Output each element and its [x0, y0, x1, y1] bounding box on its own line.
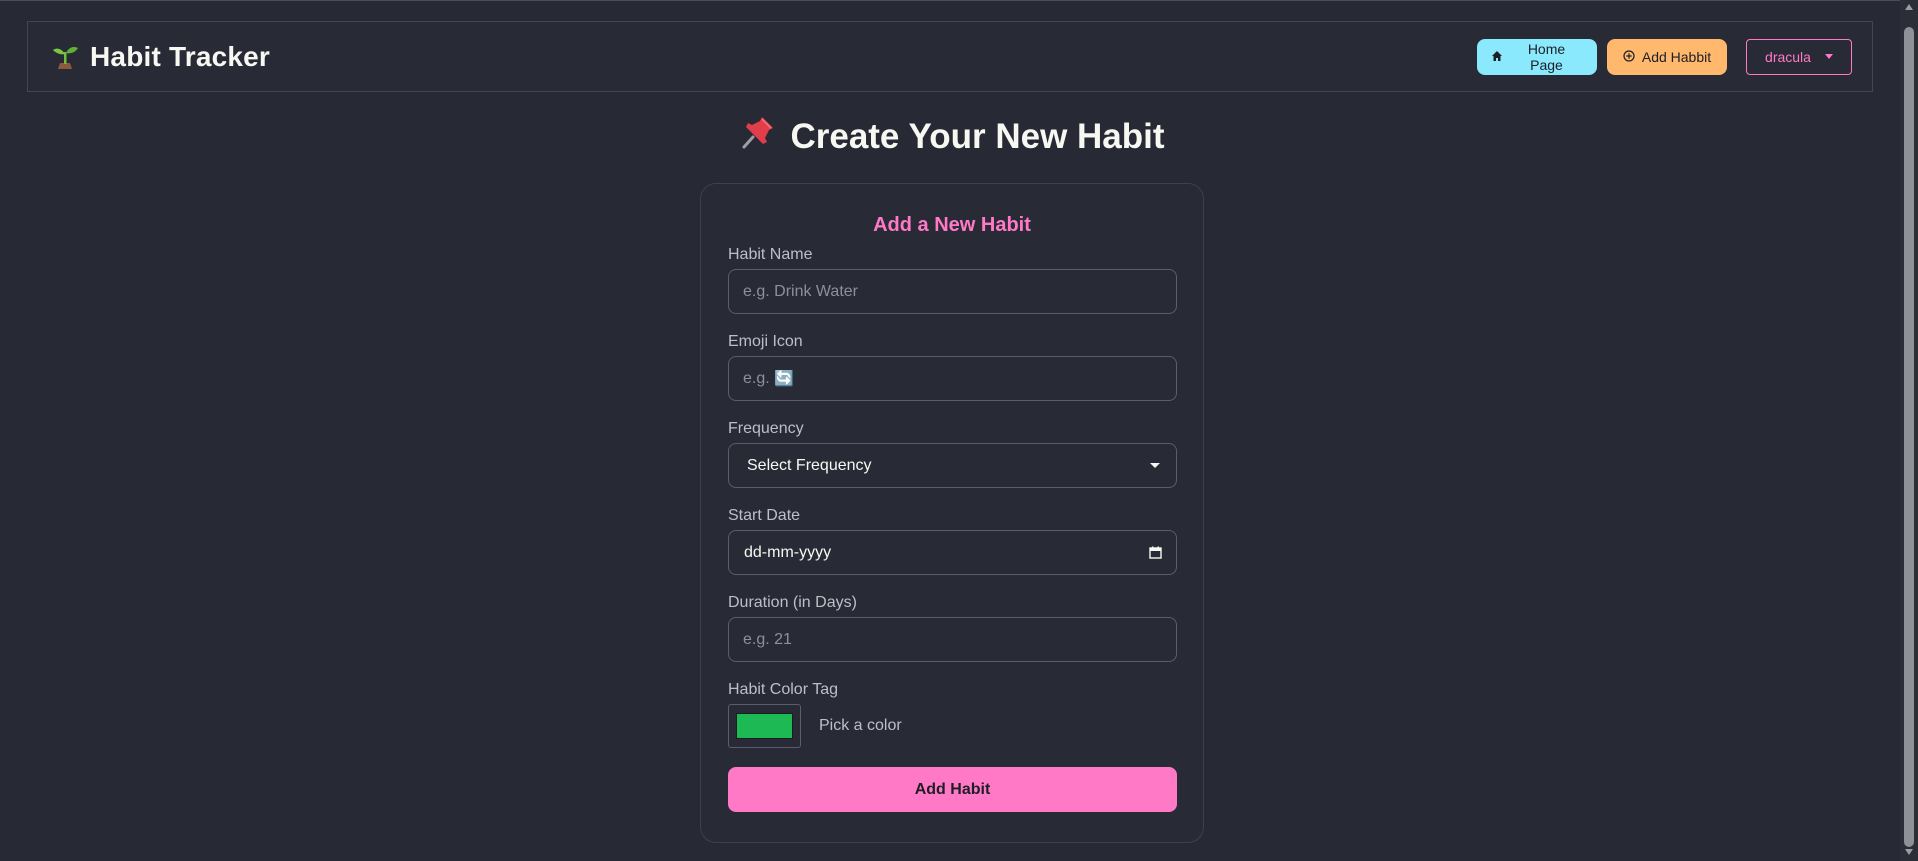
add-habbit-button[interactable]: Add Habbit [1607, 38, 1727, 75]
color-swatch [736, 713, 793, 739]
scroll-up-arrow-icon[interactable] [1905, 4, 1913, 10]
habit-name-input-wrapper [728, 269, 1177, 314]
top-edge [0, 0, 1900, 1]
theme-select-value: dracula [1765, 48, 1811, 65]
habit-name-input[interactable] [743, 282, 1162, 301]
theme-select[interactable]: dracula [1746, 38, 1852, 75]
duration-field: Duration (in Days) [728, 594, 1177, 662]
add-habit-card: Add a New Habit Habit Name Emoji Icon Fr… [700, 183, 1204, 843]
color-hint: Pick a color [819, 717, 902, 734]
color-row: Pick a color [728, 704, 1176, 748]
habit-name-label: Habit Name [728, 246, 813, 263]
pushpin-icon [740, 114, 776, 159]
card-title: Add a New Habit [873, 214, 1031, 236]
emoji-icon-input[interactable] [743, 369, 1162, 388]
color-tag-field: Habit Color Tag Pick a color [728, 681, 1176, 748]
nav-actions: Home Page Add Habbit dracula [1477, 38, 1852, 75]
brand-title: Habit Tracker [90, 40, 271, 72]
start-date-value: dd-mm-yyyy [744, 543, 832, 561]
add-habit-submit-button[interactable]: Add Habit [728, 767, 1177, 812]
navbar: Habit Tracker Home Page Add Habbit dracu… [27, 21, 1873, 92]
add-habbit-label: Add Habbit [1641, 48, 1712, 65]
start-date-field: Start Date dd-mm-yyyy [728, 507, 1177, 575]
chevron-down-icon [1150, 463, 1160, 468]
color-picker[interactable] [728, 704, 801, 748]
scroll-down-arrow-icon[interactable] [1905, 849, 1913, 855]
home-page-button[interactable]: Home Page [1477, 38, 1597, 75]
duration-label: Duration (in Days) [728, 594, 857, 611]
emoji-icon-input-wrapper [728, 356, 1177, 401]
emoji-icon-field: Emoji Icon [728, 333, 1177, 401]
scrollbar-thumb[interactable] [1904, 27, 1914, 847]
scrollbar[interactable] [1900, 0, 1918, 861]
emoji-icon-label: Emoji Icon [728, 333, 803, 350]
page-title-text: Create Your New Habit [790, 116, 1165, 156]
home-page-label: Home Page [1527, 40, 1566, 73]
calendar-icon[interactable] [1149, 546, 1162, 559]
frequency-select-value: Select Frequency [747, 456, 872, 474]
seedling-icon [50, 42, 80, 72]
page-title: Create Your New Habit [0, 114, 1905, 159]
brand[interactable]: Habit Tracker [50, 41, 270, 73]
plus-circle-icon [1623, 49, 1635, 65]
frequency-label: Frequency [728, 420, 804, 437]
duration-input-wrapper [728, 617, 1177, 662]
duration-input[interactable] [743, 630, 1162, 649]
habit-name-field: Habit Name [728, 246, 1177, 314]
home-icon [1491, 49, 1503, 65]
frequency-select[interactable]: Select Frequency [728, 443, 1177, 488]
frequency-field: Frequency Select Frequency [728, 420, 1177, 488]
start-date-label: Start Date [728, 507, 801, 524]
color-tag-label: Habit Color Tag [728, 681, 838, 698]
start-date-input[interactable]: dd-mm-yyyy [728, 530, 1177, 575]
chevron-down-icon [1824, 54, 1833, 59]
